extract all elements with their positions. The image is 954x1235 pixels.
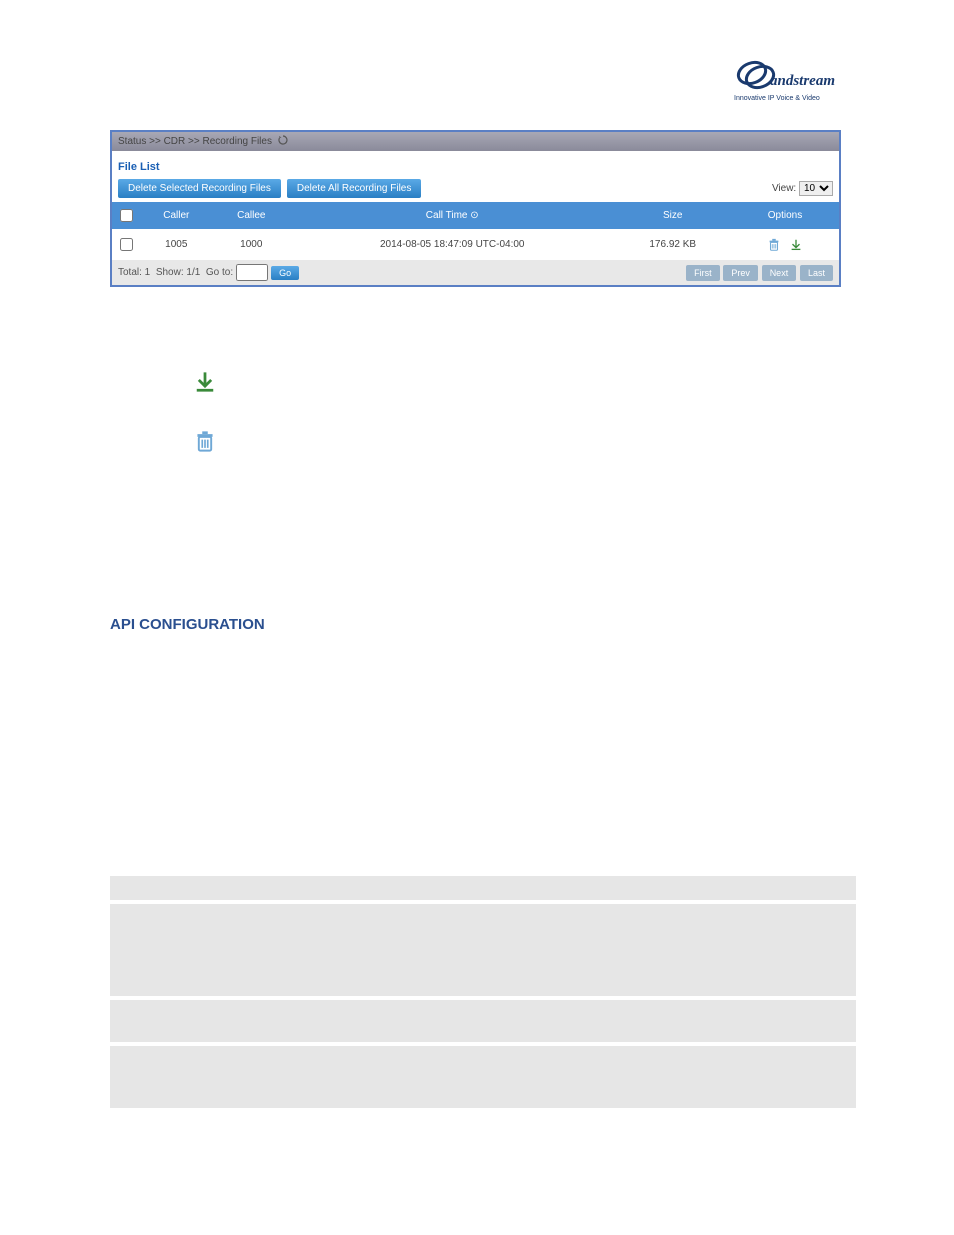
feature-bullets: Click on ⊙, users can sort the recording… [110, 313, 844, 536]
row-checkbox[interactable] [112, 229, 140, 260]
next-button[interactable]: Next [762, 265, 797, 281]
pager-show: Show: 1/1 [156, 267, 200, 278]
view-label: View: [772, 183, 796, 194]
table-row [110, 904, 856, 996]
table-row [110, 1046, 856, 1108]
svg-text:Innovative IP Voice & Video: Innovative IP Voice & Video [734, 95, 820, 102]
list-item [134, 371, 844, 401]
cell-options [731, 229, 839, 260]
header-callee: Callee [213, 202, 290, 229]
cell-caller: 1005 [140, 229, 213, 260]
breadcrumb: Status >> CDR >> Recording Files [112, 132, 839, 151]
view-selector: View: 10 [772, 181, 833, 196]
header-options: Options [731, 202, 839, 229]
pager-total: Total: 1 [118, 267, 150, 278]
cell-size: 176.92 KB [615, 229, 731, 260]
delete-selected-button[interactable]: Delete Selected Recording Files [118, 179, 281, 198]
api-heading: API CONFIGURATION [110, 616, 844, 633]
list-item: To delete multiple recording files by on… [134, 490, 844, 536]
table-row [110, 1000, 856, 1042]
list-item: Sort the recording file by "Call Time". [134, 342, 844, 365]
cell-callee: 1000 [213, 229, 290, 260]
header-call-time[interactable]: Call Time ⊙ [290, 202, 615, 229]
cell-call-time: 2014-08-05 18:47:09 UTC-04:00 [290, 229, 615, 260]
go-button[interactable]: Go [271, 266, 299, 280]
last-button[interactable]: Last [800, 265, 833, 281]
table-row: 1005 1000 2014-08-05 18:47:09 UTC-04:00 … [112, 229, 839, 260]
breadcrumb-text: Status >> CDR >> Recording Files [118, 136, 272, 147]
view-select[interactable]: 10 [799, 181, 833, 196]
first-button[interactable]: First [686, 265, 720, 281]
api-config-table [110, 872, 856, 1112]
recordings-table: Caller Callee Call Time ⊙ Size Options 1… [112, 202, 839, 260]
delete-all-button[interactable]: Delete All Recording Files [287, 179, 422, 198]
table-row [110, 876, 856, 900]
delete-icon[interactable] [767, 238, 781, 252]
brand-logo: andstream Innovative IP Voice & Video [734, 55, 844, 110]
list-item: Click on ⊙, users can sort the recording… [134, 313, 844, 336]
download-icon[interactable] [789, 238, 803, 252]
sort-icon: ⊙ [470, 210, 478, 221]
download-icon [194, 371, 216, 401]
svg-text:andstream: andstream [770, 73, 835, 89]
header-checkbox[interactable] [112, 202, 140, 229]
pager-goto: Go to: [206, 267, 233, 278]
header-size: Size [615, 202, 731, 229]
section-title: File List [112, 151, 839, 179]
delete-icon [194, 430, 216, 460]
prev-button[interactable]: Prev [723, 265, 758, 281]
header-caller: Caller [140, 202, 213, 229]
goto-input[interactable] [236, 264, 268, 281]
api-body: The UCM6100 supports third party billing… [110, 645, 844, 722]
pager: Total: 1 Show: 1/1 Go to: Go First Prev … [112, 260, 839, 285]
reload-icon[interactable] [278, 135, 288, 148]
list-item [134, 430, 844, 460]
screenshot-panel: Status >> CDR >> Recording Files File Li… [110, 130, 841, 287]
